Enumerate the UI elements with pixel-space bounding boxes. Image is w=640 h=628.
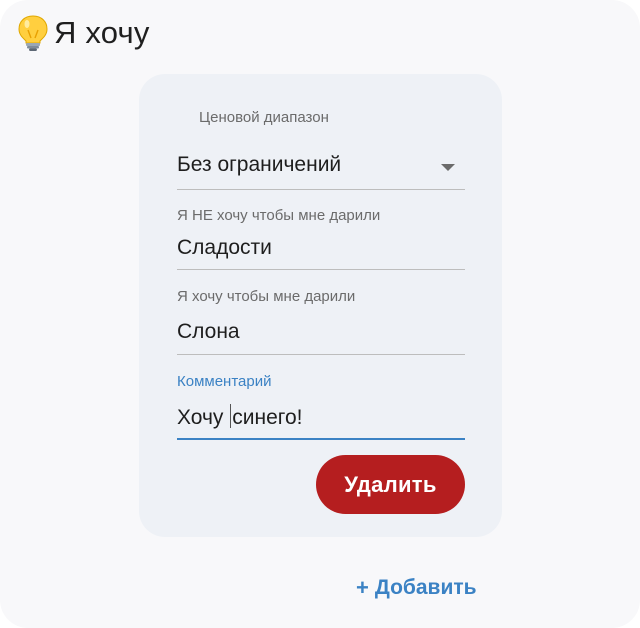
chevron-down-icon [441, 164, 455, 171]
app-frame: Я хочу Ценовой диапазон Без ограничений … [0, 0, 640, 628]
not-want-label: Я НЕ хочу чтобы мне дарили [177, 207, 381, 224]
comment-value: Хочу синего! [177, 404, 302, 430]
price-range-label: Ценовой диапазон [199, 109, 329, 126]
comment-text-after: синего! [232, 406, 303, 429]
lightbulb-icon [18, 15, 48, 51]
price-range-value: Без ограничений [177, 153, 342, 176]
wish-card: Ценовой диапазон Без ограничений Я НЕ хо… [139, 74, 502, 537]
page-title: Я хочу [54, 15, 150, 50]
comment-label: Комментарий [177, 373, 272, 390]
comment-underline [177, 438, 465, 440]
want-value: Слона [177, 320, 240, 343]
want-field[interactable]: Я хочу чтобы мне дарили Слона [177, 285, 465, 357]
price-range-select[interactable]: Ценовой диапазон Без ограничений [177, 106, 465, 192]
not-want-underline [177, 269, 465, 270]
price-range-underline [177, 189, 465, 190]
page-header: Я хочу [16, 14, 150, 52]
comment-text-before: Хочу [177, 406, 230, 429]
add-button-label: Добавить [374, 576, 477, 599]
not-want-value: Сладости [177, 236, 272, 259]
want-label: Я хочу чтобы мне дарили [177, 288, 356, 305]
want-underline [177, 354, 465, 355]
comment-field[interactable]: Комментарий Хочу синего! [177, 370, 465, 442]
not-want-field[interactable]: Я НЕ хочу чтобы мне дарили Сладости [177, 204, 465, 272]
plus-icon: + [356, 575, 369, 600]
delete-button[interactable]: Удалить [316, 455, 465, 514]
add-button[interactable]: + Добавить [356, 575, 477, 601]
